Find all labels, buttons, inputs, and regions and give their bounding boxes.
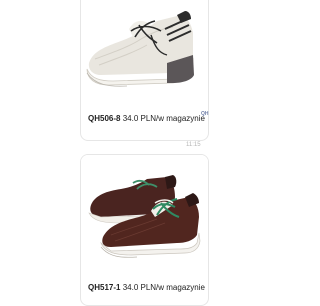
product-message-card[interactable]: QH506-8 34.0 PLN/w magazynie <box>80 0 209 141</box>
product-caption: QH506-8 34.0 PLN/w magazynie <box>88 114 205 123</box>
product-details: 34.0 PLN/w magazynie <box>120 283 205 292</box>
product-message-card[interactable]: QH517-1 34.0 PLN/w magazynie <box>80 154 209 306</box>
side-tag-label: QH <box>201 111 209 117</box>
product-code: QH517-1 <box>88 283 121 292</box>
chat-area: QH506-8 34.0 PLN/w magazynie QH 11:15 QH… <box>0 0 300 306</box>
product-code: QH506-8 <box>88 114 121 123</box>
product-details: 34.0 PLN/w magazynie <box>120 114 205 123</box>
product-caption: QH517-1 34.0 PLN/w magazynie <box>88 283 205 292</box>
sneaker-image[interactable] <box>81 155 208 273</box>
sneaker-image[interactable] <box>81 0 208 107</box>
message-timestamp: 11:15 <box>186 142 201 148</box>
